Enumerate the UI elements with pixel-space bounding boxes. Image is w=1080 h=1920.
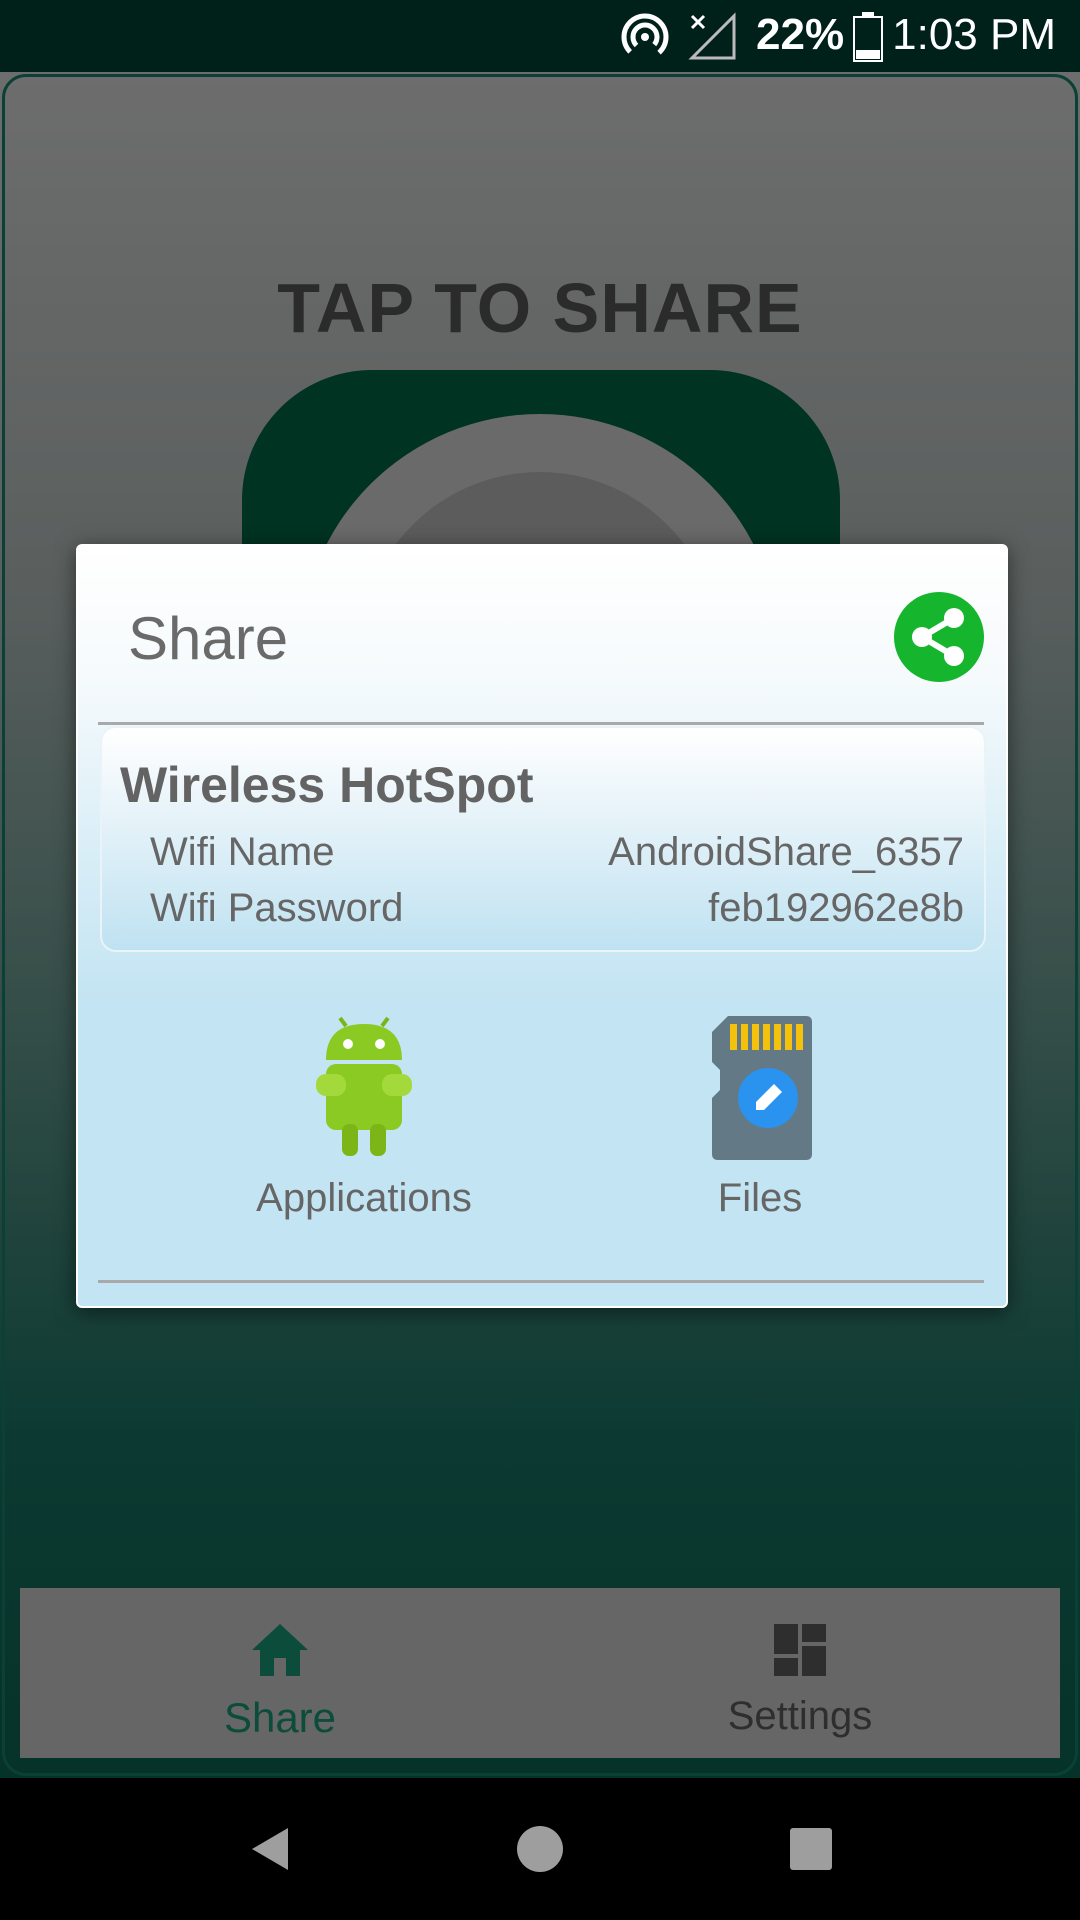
nav-label-settings: Settings: [727, 1694, 873, 1738]
bottom-nav: Share Settings: [20, 1588, 1060, 1758]
applications-label: Applications: [256, 1176, 472, 1220]
hotspot-card: Wireless HotSpot Wifi Name AndroidShare_…: [100, 726, 986, 952]
wifi-name-value: AndroidShare_6357: [608, 830, 964, 874]
nav-label-share: Share: [223, 1694, 337, 1741]
wifi-password-value: feb192962e8b: [708, 886, 964, 930]
wifi-password-label: Wifi Password: [150, 886, 404, 930]
wifi-name-label: Wifi Name: [150, 830, 335, 874]
battery-icon: [853, 12, 883, 62]
status-bar: 22% 1:03 PM: [0, 0, 1080, 72]
tap-to-share-title: TAP TO SHARE: [277, 269, 803, 347]
dialog-divider-top: [98, 722, 984, 725]
nav-item-share[interactable]: Share: [20, 1588, 540, 1758]
home-icon: [252, 1624, 308, 1676]
no-signal-icon: [688, 12, 736, 60]
home-circle-icon[interactable]: [515, 1824, 565, 1874]
share-icon[interactable]: [894, 592, 984, 682]
dialog-title: Share: [128, 605, 289, 672]
hotspot-icon: [621, 13, 669, 61]
battery-percent: 22%: [756, 10, 845, 59]
recents-icon[interactable]: [786, 1824, 836, 1874]
dialog-divider-bottom: [98, 1280, 984, 1283]
back-icon[interactable]: [246, 1824, 296, 1874]
sd-card-icon: [712, 1016, 812, 1160]
hotspot-heading: Wireless HotSpot: [120, 757, 534, 813]
dashboard-icon: [774, 1624, 826, 1676]
share-dialog: Share Wireless HotSpot Wifi Name Android…: [76, 544, 1008, 1308]
clock: 1:03 PM: [892, 10, 1056, 59]
nav-item-settings[interactable]: Settings: [540, 1588, 1060, 1758]
android-icon: [316, 1016, 412, 1156]
system-nav-bar: [0, 1778, 1080, 1920]
files-label: Files: [717, 1176, 803, 1220]
